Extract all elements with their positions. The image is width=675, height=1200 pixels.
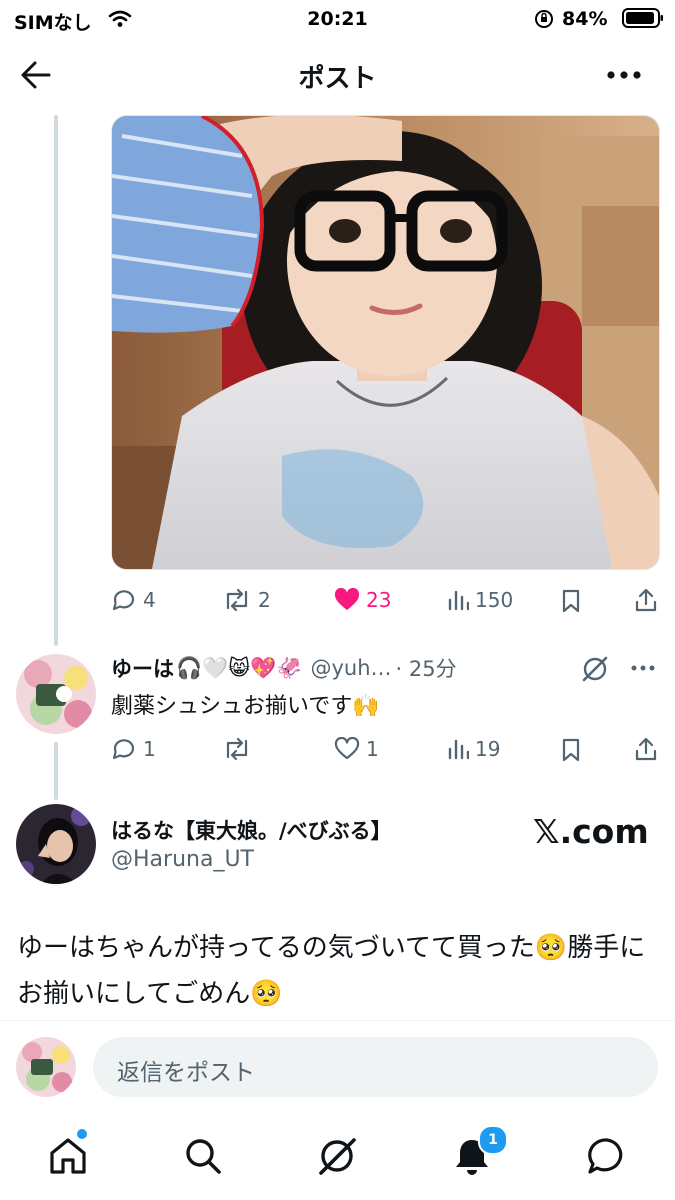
avatar[interactable] — [16, 804, 96, 884]
battery-percent: 84% — [562, 8, 608, 30]
reply-count: 4 — [143, 588, 156, 612]
like-count: 23 — [366, 588, 392, 612]
share-icon[interactable] — [634, 588, 658, 614]
views-button[interactable]: 19 — [447, 737, 500, 761]
grok-icon[interactable] — [580, 654, 610, 684]
orientation-lock-icon — [534, 9, 554, 29]
x-com-watermark: 𝕏.com — [533, 812, 649, 851]
repost-icon — [222, 588, 252, 612]
heart-icon — [334, 737, 360, 761]
nav-grok[interactable] — [316, 1135, 358, 1177]
reply-post-header: ゆーは 🎧🤍😸💖🦑 @yuh… · 25分 — [111, 653, 457, 683]
divider — [0, 1020, 675, 1021]
nav-home[interactable] — [48, 1136, 88, 1176]
bookmark-icon[interactable] — [560, 738, 582, 762]
views-icon — [447, 588, 469, 612]
views-icon — [447, 737, 469, 761]
reply-button[interactable]: 4 — [111, 588, 156, 612]
bookmark-icon[interactable] — [560, 589, 582, 613]
reply-input[interactable]: 返信をポスト — [93, 1037, 658, 1097]
reply-placeholder: 返信をポスト — [117, 1060, 255, 1086]
nav-messages[interactable] — [587, 1136, 627, 1176]
home-new-dot — [77, 1129, 87, 1139]
like-button[interactable]: 1 — [334, 737, 379, 761]
repost-count: 2 — [258, 588, 271, 612]
author-name-emojis: 🎧🤍😸💖🦑 — [176, 655, 303, 680]
author-name[interactable]: ゆーは — [111, 653, 174, 683]
notification-badge: 1 — [478, 1125, 508, 1155]
reply-button[interactable]: 1 — [111, 737, 156, 761]
more-icon[interactable] — [606, 70, 642, 80]
like-button[interactable]: 23 — [334, 588, 391, 612]
nav-search[interactable] — [183, 1136, 223, 1176]
reply-post-text: 劇薬シュシュお揃いです🙌 — [111, 694, 380, 719]
views-count: 150 — [475, 588, 514, 612]
thread-line — [54, 742, 58, 800]
author-name[interactable]: はるな【東大娘。/べびぶる】 — [111, 815, 392, 845]
share-icon[interactable] — [634, 737, 658, 763]
post-photo[interactable] — [111, 115, 660, 570]
reply-icon — [111, 737, 137, 761]
page-title: ポスト — [298, 64, 377, 94]
messages-icon — [587, 1136, 627, 1176]
views-button[interactable]: 150 — [447, 588, 513, 612]
views-count: 19 — [475, 737, 501, 761]
grok-icon — [316, 1135, 358, 1177]
focus-post-text: ゆーはちゃんが持ってるの気づいてて買った🥺勝手にお揃いにしてごめん🥺 — [17, 933, 646, 1009]
home-icon — [48, 1136, 88, 1176]
like-count: 1 — [366, 737, 379, 761]
battery-icon — [622, 8, 664, 28]
repost-icon — [222, 737, 252, 761]
post-time: · 25分 — [395, 657, 457, 681]
repost-button[interactable] — [222, 737, 258, 761]
avatar — [16, 1037, 76, 1097]
reply-count: 1 — [143, 737, 156, 761]
author-handle[interactable]: @yuh… — [310, 656, 391, 680]
reply-icon — [111, 588, 137, 612]
heart-icon — [334, 588, 360, 612]
more-icon[interactable] — [630, 664, 656, 672]
repost-button[interactable]: 2 — [222, 588, 271, 612]
author-handle[interactable]: @Haruna_UT — [111, 847, 254, 872]
thread-line — [54, 115, 58, 646]
search-icon — [183, 1136, 223, 1176]
avatar[interactable] — [16, 654, 96, 734]
